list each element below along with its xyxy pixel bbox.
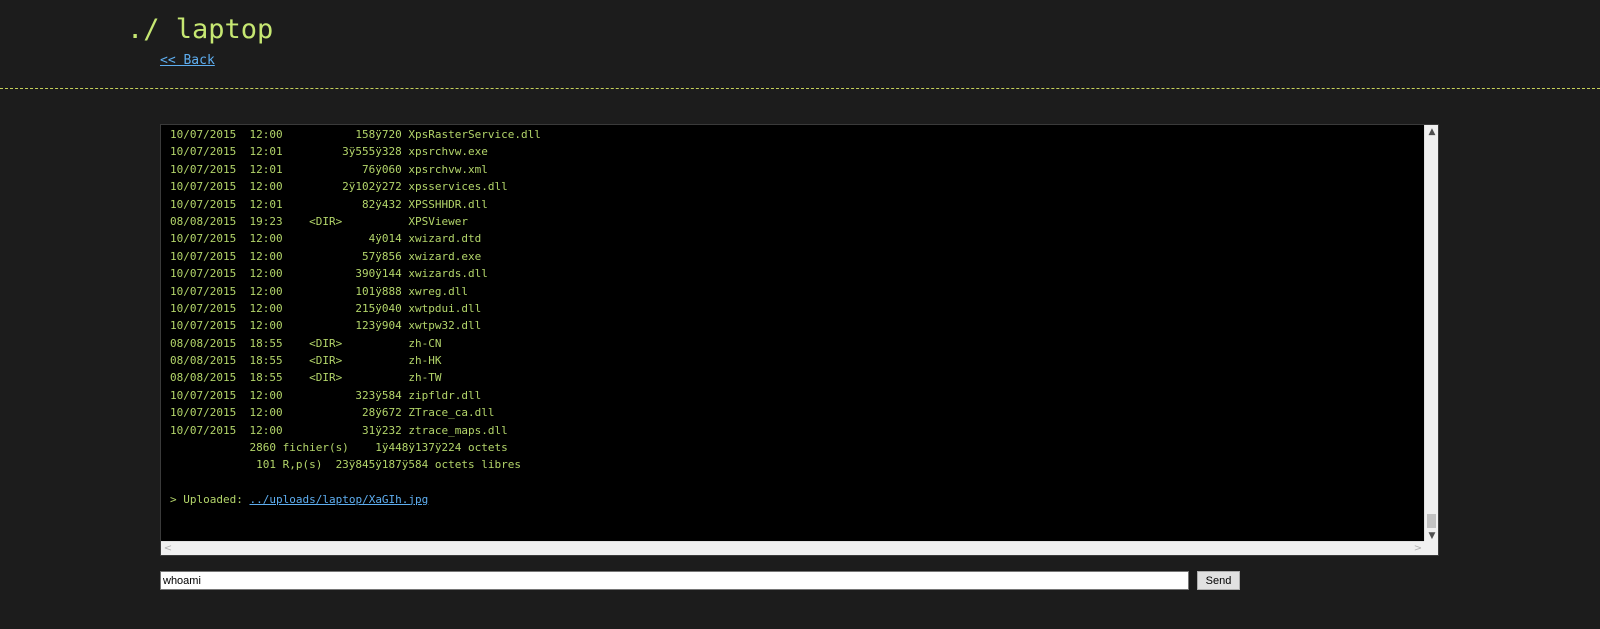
console-output: 10/07/2015 12:00 158ÿ720 XpsRasterServic… [161,125,1425,543]
console-summary-files: 2860 fichier(s) 1ÿ448ÿ137ÿ224 octets [170,441,508,455]
scroll-right-arrow-icon[interactable]: > [1411,542,1425,555]
back-link[interactable]: << Back [160,53,215,68]
scroll-up-arrow-icon[interactable]: ▲ [1425,125,1439,139]
scroll-left-arrow-icon[interactable]: < [161,542,175,555]
console-line: 10/07/2015 12:00 323ÿ584 zipfldr.dll [170,388,482,402]
command-input[interactable] [160,571,1189,590]
console-line: 10/07/2015 12:00 4ÿ014 xwizard.dtd [170,232,482,246]
header-divider [0,88,1600,89]
console-line: 10/07/2015 12:01 82ÿ432 XPSSHHDR.dll [170,197,488,211]
console-line: 08/08/2015 18:55 <DIR> zh-HK [170,354,442,368]
console-line: 10/07/2015 12:00 101ÿ888 xwreg.dll [170,284,469,298]
send-button[interactable]: Send [1197,571,1240,590]
console-summary-free: 101 R,p(s) 23ÿ845ÿ187ÿ584 octets libres [170,458,521,472]
console-line: 08/08/2015 19:23 <DIR> XPSViewer [170,214,469,228]
console-line: 10/07/2015 12:00 28ÿ672 ZTrace_ca.dll [170,406,495,420]
horizontal-scrollbar[interactable]: < > [161,541,1425,555]
console-line: 10/07/2015 12:00 215ÿ040 xwtpdui.dll [170,301,482,315]
scrollbar-corner [1424,541,1438,555]
console-line: 10/07/2015 12:00 158ÿ720 XpsRasterServic… [170,128,541,141]
upload-status-prefix: > Uploaded: [170,492,250,506]
console-line: 10/07/2015 12:00 123ÿ904 xwtpw32.dll [170,319,482,333]
console-line: 08/08/2015 18:55 <DIR> zh-TW [170,371,442,385]
upload-status-line: > Uploaded: ../uploads/laptop/XaGIh.jpg [170,491,1425,508]
console-panel[interactable]: 10/07/2015 12:00 158ÿ720 XpsRasterServic… [160,124,1439,556]
page-title: ./ laptop [127,14,274,45]
console-line: 08/08/2015 18:55 <DIR> zh-CN [170,336,442,350]
vertical-scroll-thumb[interactable] [1427,514,1436,528]
console-line: 10/07/2015 12:00 2ÿ102ÿ272 xpsservices.d… [170,180,508,194]
console-line: 10/07/2015 12:00 390ÿ144 xwizards.dll [170,267,488,281]
console-line: 10/07/2015 12:01 3ÿ555ÿ328 xpsrchvw.exe [170,145,488,159]
vertical-scrollbar[interactable]: ▲ ▼ [1424,125,1438,543]
console-line: 10/07/2015 12:00 57ÿ856 xwizard.exe [170,249,482,263]
console-line: 10/07/2015 12:00 31ÿ232 ztrace_maps.dll [170,423,508,437]
uploaded-file-link[interactable]: ../uploads/laptop/XaGIh.jpg [249,493,428,506]
console-line: 10/07/2015 12:01 76ÿ060 xpsrchvw.xml [170,162,488,176]
